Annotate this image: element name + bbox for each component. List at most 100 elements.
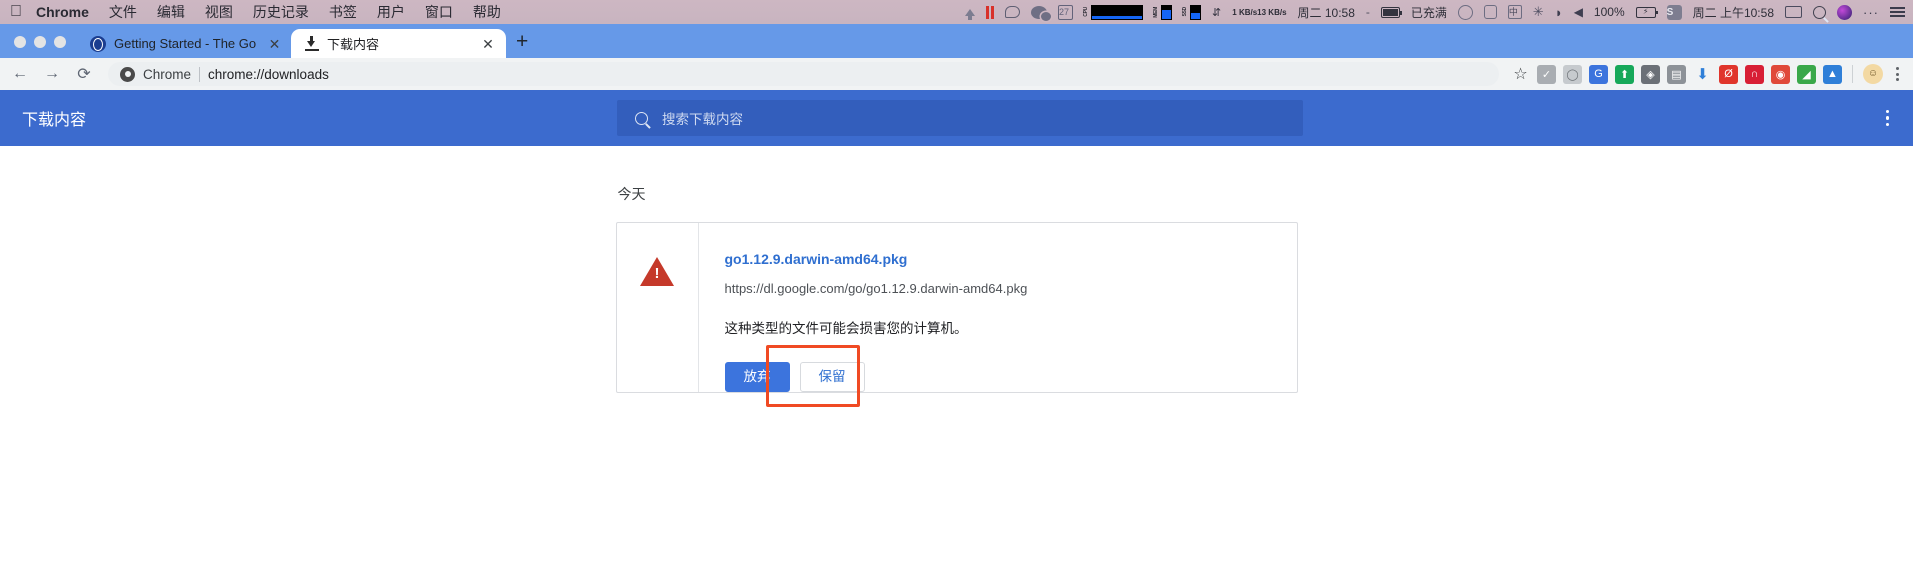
- search-icon: [635, 111, 648, 125]
- battery-charging-icon[interactable]: ⚡: [1635, 6, 1658, 18]
- download-file-url: https://dl.google.com/go/go1.12.9.darwin…: [724, 281, 1028, 296]
- warning-triangle-icon: [640, 257, 674, 286]
- search-placeholder: 搜索下载内容: [662, 112, 743, 127]
- network-upload-speed: 1 KB/s: [1232, 7, 1258, 17]
- toolbar-separator: [1852, 65, 1853, 83]
- day-group-label: 今天: [617, 186, 646, 202]
- macos-menu-bar:  Chrome 文件 编辑 视图 历史记录 书签 用户 窗口 帮助 27 CP…: [0, 0, 1913, 24]
- microphone-icon[interactable]: [1483, 5, 1497, 19]
- tab-close-button[interactable]: ✕: [268, 37, 281, 51]
- address-bar-url[interactable]: chrome://downloads: [208, 67, 329, 82]
- opera-vpn-icon[interactable]: Ø: [1719, 64, 1738, 84]
- status-separator: -: [1365, 5, 1370, 19]
- airplay-icon[interactable]: [1785, 6, 1802, 18]
- forward-button[interactable]: →: [38, 60, 66, 88]
- download-file-name-link[interactable]: go1.12.9.darwin-amd64.pkg: [725, 251, 908, 267]
- calendar-icon[interactable]: 27: [1058, 4, 1074, 20]
- window-traffic-lights: [8, 36, 76, 58]
- cpu-meter-label: CPU: [1083, 7, 1090, 17]
- bookmark-star-icon[interactable]: ☆: [1511, 65, 1530, 84]
- speech-bubble-icon[interactable]: [1005, 6, 1021, 18]
- clock-secondary[interactable]: 周二 10:58: [1298, 4, 1355, 21]
- battery-full-icon[interactable]: [1380, 6, 1402, 18]
- address-bar-divider: [199, 66, 201, 82]
- spotlight-search-icon[interactable]: [1813, 5, 1826, 19]
- downloads-page: 下载内容 搜索下载内容 今天 go1.12.9.darwin-amd64.pkg…: [0, 90, 1913, 557]
- new-tab-button[interactable]: +: [506, 31, 538, 58]
- wechat-icon[interactable]: [1031, 5, 1052, 21]
- cpu-meter-icon[interactable]: CPU: [1083, 4, 1144, 20]
- siri-icon[interactable]: [1837, 4, 1852, 20]
- battery-status-label: 已充满: [1410, 5, 1447, 20]
- maximize-window-button[interactable]: [54, 36, 66, 48]
- download-item-row[interactable]: go1.12.9.darwin-amd64.pkg https://dl.goo…: [615, 222, 1298, 407]
- close-window-button[interactable]: [14, 36, 26, 48]
- tab-getting-started[interactable]: Getting Started - The Go Progr ✕: [76, 29, 291, 58]
- privacy-badger-icon[interactable]: ◈: [1641, 64, 1660, 84]
- apple-logo-icon[interactable]: : [10, 4, 22, 20]
- menu-item-history[interactable]: 历史记录: [253, 2, 309, 22]
- menu-item-bookmarks[interactable]: 书签: [329, 2, 357, 22]
- disk-meter-icon[interactable]: SSD: [1182, 4, 1202, 20]
- memory-meter-icon[interactable]: MEM: [1153, 4, 1173, 20]
- disk-meter-label: SSD: [1182, 7, 1189, 17]
- tab-downloads[interactable]: 下载内容 ✕: [291, 29, 506, 58]
- network-download-speed: 13 KB/s: [1257, 7, 1287, 17]
- minimize-window-button[interactable]: [34, 36, 46, 48]
- screenshot-icon[interactable]: ▤: [1667, 64, 1686, 84]
- volume-icon[interactable]: ◀: [1574, 5, 1583, 19]
- downloads-header: 下载内容 搜索下载内容: [0, 90, 1913, 146]
- network-speed-indicator: 1 KB/s 13 KB/s: [1232, 8, 1286, 17]
- shopping-bag-icon[interactable]: ⬆: [1615, 64, 1634, 84]
- avatar[interactable]: ☺: [1863, 64, 1883, 84]
- tab-close-button[interactable]: ✕: [480, 37, 496, 51]
- download-item-details: go1.12.9.darwin-amd64.pkg https://dl.goo…: [699, 223, 1297, 407]
- pushbullet-icon[interactable]: ▲: [1823, 64, 1842, 84]
- page-title: 下载内容: [22, 112, 87, 129]
- download-icon: [305, 36, 319, 51]
- pause-icon[interactable]: [986, 5, 995, 19]
- download-action-buttons: 放弃 保留: [724, 345, 1275, 407]
- more-options-icon[interactable]: [1880, 104, 1896, 133]
- tab-title: 下载内容: [327, 37, 380, 52]
- back-button[interactable]: ←: [6, 60, 34, 88]
- bluetooth-icon[interactable]: ✳: [1533, 4, 1544, 20]
- toolbar-icon-strip: ☆ ✓ ◯ G ⬆ ◈ ▤ ⬇ Ø ∩ ◉ ◢ ▲ ☺: [1503, 64, 1903, 84]
- download-warning-text: 这种类型的文件可能会损害您的计算机。: [724, 321, 968, 336]
- download-item-icon-column: [617, 223, 699, 392]
- clock-primary[interactable]: 周二 上午10:58: [1693, 4, 1774, 21]
- address-bar-scheme-label: Chrome: [143, 66, 192, 82]
- evernote-icon[interactable]: ◢: [1797, 64, 1816, 84]
- adguard-icon[interactable]: ◉: [1771, 64, 1790, 84]
- reload-button[interactable]: ⟳: [70, 60, 98, 88]
- search-input[interactable]: 搜索下载内容: [617, 100, 1303, 136]
- menu-item-file[interactable]: 文件: [109, 2, 137, 22]
- menu-item-window[interactable]: 窗口: [425, 2, 453, 22]
- notification-center-icon[interactable]: [1890, 7, 1905, 17]
- chrome-tab-strip: Getting Started - The Go Progr ✕ 下载内容 ✕ …: [0, 24, 1913, 58]
- menu-item-profiles[interactable]: 用户: [377, 2, 405, 22]
- menu-item-view[interactable]: 视图: [205, 2, 233, 22]
- menu-item-help[interactable]: 帮助: [473, 2, 501, 22]
- menu-item-chrome[interactable]: Chrome: [36, 4, 89, 20]
- network-arrows-icon[interactable]: ⇵: [1212, 6, 1221, 19]
- screen-capture-icon[interactable]: [1457, 4, 1473, 20]
- memory-meter-label: MEM: [1153, 6, 1160, 18]
- menu-item-edit[interactable]: 编辑: [157, 2, 185, 22]
- download-helper-icon[interactable]: ⬇: [1693, 65, 1712, 84]
- google-translate-icon[interactable]: G: [1589, 64, 1608, 84]
- upload-arrow-icon[interactable]: [965, 8, 976, 20]
- more-status-icon[interactable]: ···: [1863, 5, 1879, 20]
- downloads-list: 今天 go1.12.9.darwin-amd64.pkg https://dl.…: [615, 146, 1298, 407]
- address-bar[interactable]: Chrome chrome://downloads: [108, 62, 1499, 86]
- discard-button[interactable]: 放弃: [724, 362, 790, 392]
- input-method-icon[interactable]: 中: [1507, 5, 1522, 19]
- adblock-shield-icon[interactable]: ✓: [1537, 64, 1556, 84]
- keep-button[interactable]: 保留: [799, 362, 865, 392]
- ghostery-icon[interactable]: ◯: [1563, 64, 1582, 84]
- wifi-icon[interactable]: ◗: [1555, 5, 1563, 20]
- sogou-input-icon[interactable]: S: [1666, 4, 1682, 20]
- pocket-icon[interactable]: ∩: [1745, 64, 1764, 84]
- tab-title: Getting Started - The Go Progr: [114, 36, 260, 51]
- chrome-menu-icon[interactable]: [1890, 67, 1903, 81]
